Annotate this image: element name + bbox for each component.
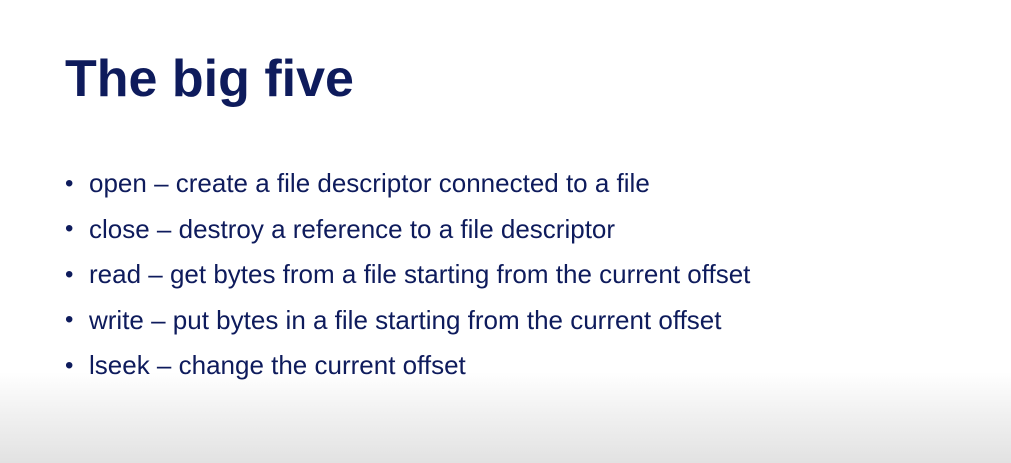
slide: The big five • open – create a file desc… bbox=[0, 0, 1011, 463]
bullet-item-write: • write – put bytes in a file starting f… bbox=[65, 298, 750, 344]
bullet-dot-icon: • bbox=[65, 351, 74, 379]
bullet-item-close: • close – destroy a reference to a file … bbox=[65, 207, 750, 253]
bullet-item-lseek: • lseek – change the current offset bbox=[65, 343, 750, 389]
bullet-text: open – create a file descriptor connecte… bbox=[89, 168, 650, 199]
bullet-text: lseek – change the current offset bbox=[89, 350, 466, 381]
bullet-list: • open – create a file descriptor connec… bbox=[65, 161, 750, 389]
bullet-dot-icon: • bbox=[65, 260, 74, 288]
bullet-text: read – get bytes from a file starting fr… bbox=[89, 259, 751, 290]
bullet-item-open: • open – create a file descriptor connec… bbox=[65, 161, 750, 207]
bullet-text: close – destroy a reference to a file de… bbox=[89, 213, 616, 244]
slide-title: The big five bbox=[65, 50, 354, 108]
bullet-item-read: • read – get bytes from a file starting … bbox=[65, 252, 750, 298]
bullet-text: write – put bytes in a file starting fro… bbox=[89, 304, 722, 335]
bullet-dot-icon: • bbox=[65, 215, 74, 243]
bullet-dot-icon: • bbox=[65, 169, 74, 197]
bullet-dot-icon: • bbox=[65, 306, 74, 334]
